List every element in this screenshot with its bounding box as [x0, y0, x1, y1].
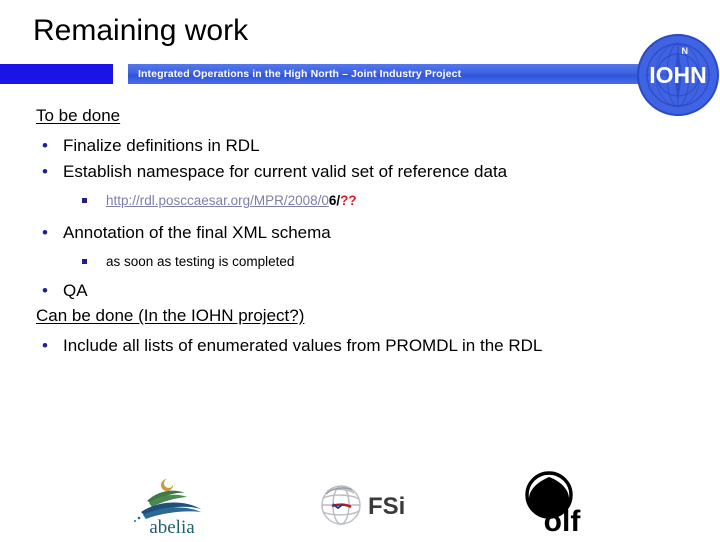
rdl-namespace-unknown: ?? — [340, 193, 357, 208]
square-bullet-icon — [82, 198, 87, 203]
header-banner-label: Integrated Operations in the High North … — [138, 68, 462, 80]
list-item-sub: as soon as testing is completed — [36, 250, 686, 274]
fsi-logo-wordmark: FSi — [368, 493, 404, 520]
rdl-namespace-month: 6/ — [328, 193, 341, 208]
list-item: • Establish namespace for current valid … — [36, 159, 686, 185]
fsi-logo-graphic: FSi — [321, 485, 405, 525]
list-item: • Finalize definitions in RDL — [36, 133, 686, 159]
bullet-icon: • — [42, 281, 48, 300]
footer-logo-strip: abelia FSi olf — [0, 455, 720, 540]
section-heading-can-be-done: Can be done (In the IOHN project?) — [36, 306, 305, 325]
bullet-icon: • — [42, 336, 48, 355]
list-item: • QA — [36, 278, 686, 304]
rdl-namespace-link[interactable]: http://rdl.posccaesar.org/MPR/2008/0 — [106, 193, 329, 208]
abelia-logo: abelia — [127, 471, 217, 538]
iohn-logo-wordmark: IOHN — [649, 62, 707, 88]
page-title: Remaining work — [33, 14, 249, 47]
bullet-icon: • — [42, 136, 48, 155]
header-accent-block — [0, 64, 113, 84]
list-item: • Include all lists of enumerated values… — [36, 333, 686, 359]
abelia-logo-graphic: abelia — [134, 479, 201, 538]
slide-header-band: Integrated Operations in the High North … — [0, 62, 720, 86]
olf-logo: olf — [519, 469, 597, 538]
square-bullet-icon — [82, 259, 87, 264]
olf-logo-wordmark: olf — [544, 505, 582, 537]
svg-text:N: N — [682, 46, 689, 56]
list-item-sub: http://rdl.posccaesar.org/MPR/2008/06/?? — [36, 189, 686, 213]
list-item: • Annotation of the final XML schema — [36, 220, 686, 246]
list-item-label: Annotation of the final XML schema — [63, 223, 331, 242]
list-item-label: Include all lists of enumerated values f… — [63, 336, 543, 355]
fsi-logo: FSi — [318, 482, 405, 528]
bullet-icon: • — [42, 223, 48, 242]
section-heading-to-be-done: To be done — [36, 106, 121, 125]
list-item-label: Finalize definitions in RDL — [63, 136, 260, 155]
abelia-logo-wordmark: abelia — [149, 517, 195, 537]
olf-logo-graphic: olf — [525, 471, 582, 538]
bullet-icon: • — [42, 162, 48, 181]
list-item-label: Establish namespace for current valid se… — [63, 162, 508, 181]
slide-content: To be done • Finalize definitions in RDL… — [36, 104, 686, 359]
list-item-sub-label: as soon as testing is completed — [106, 254, 295, 269]
list-item-label: QA — [63, 281, 88, 300]
